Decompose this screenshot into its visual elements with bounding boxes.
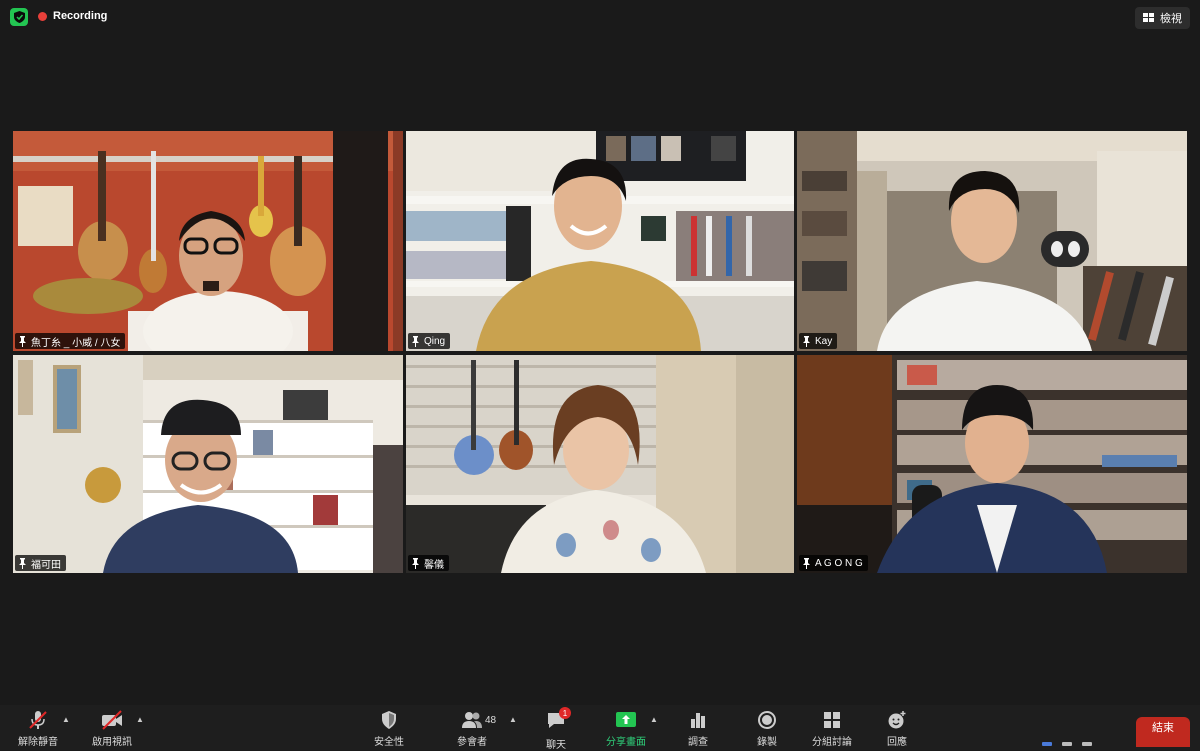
pin-icon [19, 557, 26, 569]
video-tile-5[interactable]: 馨儀 [406, 355, 794, 573]
participant-name-tag: 福可田 [15, 555, 66, 571]
view-label: 檢視 [1160, 13, 1182, 25]
end-meeting-label: 結束 [1152, 722, 1174, 734]
video-feed [13, 355, 403, 573]
chat-label: 聊天 [546, 740, 566, 751]
breakout-rooms-button[interactable]: 分組討論 [812, 710, 852, 748]
video-feed [406, 355, 794, 573]
start-video-button[interactable]: 啟用視訊 [92, 710, 132, 748]
video-feed [797, 131, 1187, 351]
chat-button[interactable]: 1 聊天 [545, 707, 571, 751]
video-options-chevron-up-icon[interactable]: ▲ [136, 715, 144, 724]
security-shield-icon[interactable] [10, 8, 28, 26]
participant-name-tag: Qing [408, 333, 451, 349]
unmute-label: 解除靜音 [18, 737, 58, 748]
record-icon [758, 711, 776, 729]
video-feed [406, 131, 794, 351]
record-button[interactable]: 錄製 [756, 710, 778, 748]
minimized-window-indicator [1082, 742, 1092, 746]
audio-options-chevron-up-icon[interactable]: ▲ [62, 715, 70, 724]
reactions-button[interactable]: 回應 [886, 710, 908, 748]
video-feed [13, 131, 403, 351]
video-tile-6[interactable]: A G O N G [797, 355, 1187, 573]
security-button[interactable]: 安全性 [374, 710, 404, 748]
grid-view-icon [1143, 13, 1154, 22]
video-tile-4[interactable]: 福可田 [13, 355, 403, 573]
participants-button[interactable]: 參會者 [457, 710, 487, 748]
share-screen-button[interactable]: 分享畫面 [606, 710, 646, 748]
participant-name: A G O N G [815, 557, 863, 569]
camera-off-icon [102, 710, 122, 730]
polls-label: 調查 [688, 737, 708, 748]
participant-name: 福可田 [31, 559, 61, 571]
share-screen-icon [616, 712, 636, 727]
share-screen-label: 分享畫面 [606, 737, 646, 748]
chat-icon-wrap: 1 [545, 707, 571, 736]
participant-name: 馨儀 [424, 559, 444, 571]
share-options-chevron-up-icon[interactable]: ▲ [650, 715, 658, 724]
video-tile-1[interactable]: 魚丁糸 _ 小威 / 八女 [13, 131, 403, 351]
participant-name: Kay [815, 335, 833, 347]
video-tile-2[interactable]: Qing [406, 131, 794, 351]
participant-name-tag: 馨儀 [408, 555, 449, 571]
participants-label: 參會者 [457, 737, 487, 748]
participant-name-tag: 魚丁糸 _ 小威 / 八女 [15, 333, 126, 349]
video-grid: 魚丁糸 _ 小威 / 八女 Qing Kay 福可田 馨儀 A G O N G [13, 131, 1187, 573]
security-label: 安全性 [374, 737, 404, 748]
view-button[interactable]: 檢視 [1135, 7, 1190, 29]
microphone-muted-icon [29, 711, 47, 729]
meeting-toolbar: 解除靜音 ▲ 啟用視訊 ▲ 安全性 參會者 48 ▲ 1 聊天 分享畫面 ▲ 調… [0, 705, 1200, 751]
recording-label: Recording [53, 10, 108, 22]
pin-icon [19, 335, 26, 347]
people-icon [462, 712, 482, 728]
minimized-window-indicator [1042, 742, 1052, 746]
reactions-label: 回應 [887, 737, 907, 748]
record-label: 錄製 [757, 737, 777, 748]
video-tile-3[interactable]: Kay [797, 131, 1187, 351]
pin-icon [803, 335, 810, 347]
smiley-add-icon [888, 711, 906, 729]
end-meeting-button[interactable]: 結束 [1136, 717, 1190, 747]
participants-options-chevron-up-icon[interactable]: ▲ [509, 715, 517, 724]
participants-count: 48 [485, 715, 497, 726]
bar-chart-icon [691, 713, 705, 728]
breakout-rooms-label: 分組討論 [812, 737, 852, 748]
chat-unread-badge: 1 [559, 707, 571, 719]
recording-dot-icon [38, 11, 47, 21]
pin-icon [412, 557, 419, 569]
recording-indicator: Recording [38, 10, 107, 22]
polls-button[interactable]: 調查 [687, 710, 709, 748]
start-video-label: 啟用視訊 [92, 737, 132, 748]
minimized-window-indicator [1062, 742, 1072, 746]
video-feed [797, 355, 1187, 573]
participant-name: 魚丁糸 _ 小威 / 八女 [31, 337, 121, 349]
shield-icon [382, 711, 396, 729]
participant-name-tag: Kay [799, 333, 838, 349]
unmute-button[interactable]: 解除靜音 [18, 710, 58, 748]
pin-icon [412, 335, 419, 347]
pin-icon [803, 557, 810, 569]
participant-name: Qing [424, 335, 446, 347]
participant-name-tag: A G O N G [799, 555, 868, 571]
breakout-grid-icon [824, 712, 840, 728]
